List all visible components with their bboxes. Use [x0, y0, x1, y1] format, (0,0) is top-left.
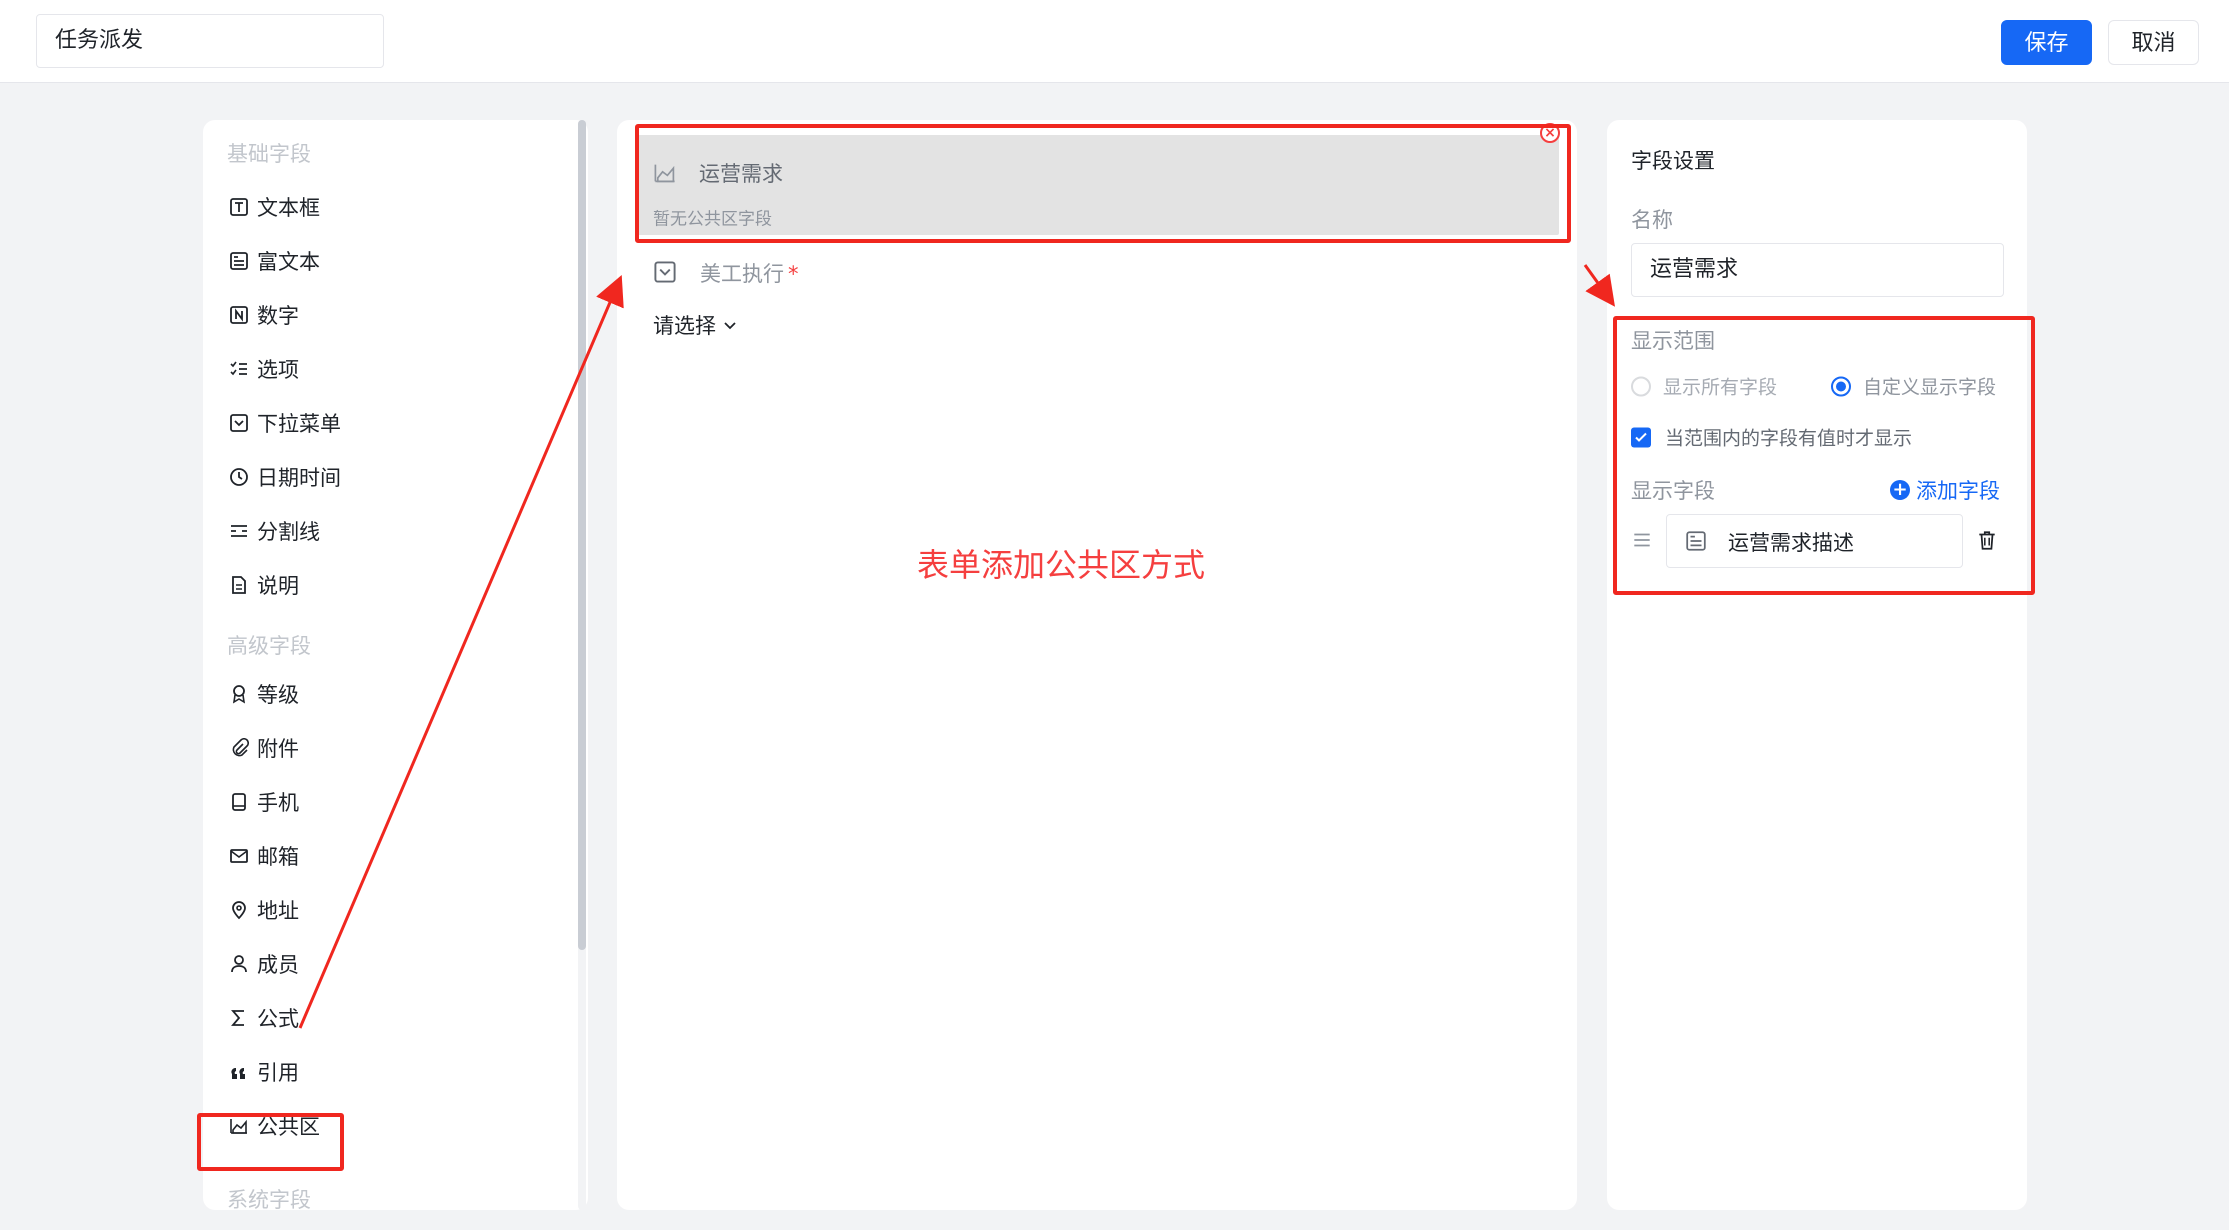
- dropdown-select[interactable]: 请选择: [653, 310, 738, 340]
- field-item-datetime[interactable]: 日期时间: [227, 457, 341, 497]
- quote-icon: [227, 1060, 251, 1084]
- field-item-divider[interactable]: 分割线: [227, 511, 320, 551]
- field-item-label: 公式: [257, 1007, 299, 1031]
- name-label: 名称: [1631, 208, 1673, 232]
- field-item-label: 日期时间: [257, 466, 341, 490]
- field-item-rich-text[interactable]: 富文本: [227, 241, 320, 281]
- settings-heading: 字段设置: [1631, 149, 1715, 173]
- dropdown-icon: [227, 411, 251, 435]
- field-item-member[interactable]: 成员: [227, 944, 299, 984]
- field-palette-panel: 基础字段 文本框 富文本 数字 选项 下拉菜单 日期时间 分割线 说明 高级字段…: [203, 120, 588, 1210]
- field-item-label: 成员: [257, 953, 299, 977]
- palette-scrollbar[interactable]: [578, 120, 586, 950]
- name-input[interactable]: 运营需求: [1631, 243, 2004, 297]
- field-item-label: 地址: [257, 899, 299, 923]
- form-canvas-panel: 运营需求 暂无公共区字段 美工执行 * 请选择: [617, 120, 1577, 1210]
- mail-icon: [227, 844, 251, 868]
- field-item-label: 富文本: [257, 250, 320, 274]
- cancel-button[interactable]: 取消: [2108, 20, 2199, 65]
- user-icon: [227, 952, 251, 976]
- save-button[interactable]: 保存: [2001, 20, 2092, 65]
- field-item-reference[interactable]: 引用: [227, 1052, 299, 1092]
- field-item-options[interactable]: 选项: [227, 349, 299, 389]
- sigma-icon: [227, 1006, 251, 1030]
- basic-fields-group-title: 基础字段: [227, 142, 311, 166]
- field-item-description[interactable]: 说明: [227, 565, 299, 605]
- annotation-box-settings: [1613, 316, 2035, 595]
- field-item-text-box[interactable]: 文本框: [227, 187, 320, 227]
- field-item-label: 分割线: [257, 520, 320, 544]
- clock-icon: [227, 465, 251, 489]
- paperclip-icon: [227, 736, 251, 760]
- field-item-label: 数字: [257, 304, 299, 328]
- field-item-label: 引用: [257, 1061, 299, 1085]
- divider-icon: [227, 519, 251, 543]
- select-placeholder-text: 请选择: [653, 314, 716, 338]
- field-item-dropdown[interactable]: 下拉菜单: [227, 403, 341, 443]
- annotation-box-palette-item: [197, 1113, 344, 1171]
- field-item-label: 说明: [257, 574, 299, 598]
- text-box-icon: [227, 195, 251, 219]
- annotation-text: 表单添加公共区方式: [917, 546, 1206, 584]
- field-item-label: 附件: [257, 737, 299, 761]
- chevron-down-icon: [724, 322, 736, 330]
- field-item-label: 下拉菜单: [257, 412, 341, 436]
- required-mark: *: [788, 262, 799, 286]
- field-settings-panel: 字段设置 名称 运营需求 显示范围 显示所有字段 自定义显示字段 当范围内的字段…: [1607, 120, 2027, 1210]
- field-item-number[interactable]: 数字: [227, 295, 299, 335]
- field-item-address[interactable]: 地址: [227, 890, 299, 930]
- field-item-phone[interactable]: 手机: [227, 782, 299, 822]
- award-icon: [227, 682, 251, 706]
- rich-text-icon: [227, 249, 251, 273]
- number-icon: [227, 303, 251, 327]
- field-item-formula[interactable]: 公式: [227, 998, 299, 1038]
- field-item-label: 文本框: [257, 196, 320, 220]
- form-title-input[interactable]: 任务派发: [36, 14, 384, 68]
- field-item-label: 手机: [257, 791, 299, 815]
- field-item-email[interactable]: 邮箱: [227, 836, 299, 876]
- phone-icon: [227, 790, 251, 814]
- annotation-box-public-area: [635, 124, 1571, 243]
- field-item-attachment[interactable]: 附件: [227, 728, 299, 768]
- location-pin-icon: [227, 898, 251, 922]
- dropdown-field-label: 美工执行 *: [700, 262, 799, 286]
- document-icon: [227, 573, 251, 597]
- field-item-label: 选项: [257, 358, 299, 382]
- field-item-rating[interactable]: 等级: [227, 674, 299, 714]
- field-item-label: 邮箱: [257, 845, 299, 869]
- options-list-icon: [227, 357, 251, 381]
- dropdown-icon: [653, 260, 677, 284]
- top-bar: 任务派发 保存 取消: [0, 0, 2229, 83]
- advanced-fields-group-title: 高级字段: [227, 634, 311, 658]
- annotation-arrow-canvas-to-settings: [1583, 264, 1616, 307]
- field-item-label: 等级: [257, 683, 299, 707]
- system-fields-group-title: 系统字段: [227, 1188, 311, 1210]
